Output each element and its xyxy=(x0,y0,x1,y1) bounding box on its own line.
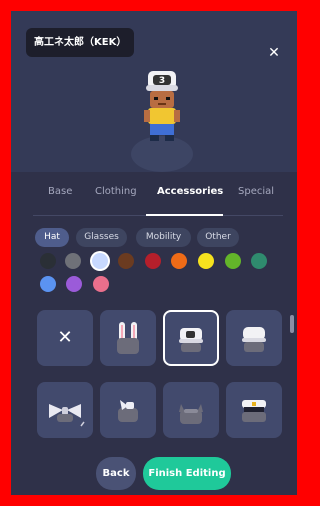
item-captain-hat[interactable] xyxy=(226,382,282,438)
color-swatch[interactable] xyxy=(171,253,187,269)
item-cat-ears[interactable] xyxy=(163,382,219,438)
color-swatch[interactable] xyxy=(65,253,81,269)
color-swatch[interactable] xyxy=(93,276,109,292)
scrollbar-thumb[interactable] xyxy=(290,315,294,333)
close-icon: ✕ xyxy=(57,327,73,348)
numbered-cap-icon xyxy=(179,328,203,352)
tab-accessories[interactable]: Accessories xyxy=(157,186,223,197)
color-swatch[interactable] xyxy=(40,276,56,292)
captain-hat-icon xyxy=(242,400,266,422)
hat-number: 3 xyxy=(159,76,165,86)
chip-mobility[interactable]: Mobility xyxy=(136,228,191,247)
tab-base[interactable]: Base xyxy=(48,186,72,197)
chip-other[interactable]: Other xyxy=(197,228,239,247)
item-numbered-cap[interactable] xyxy=(163,310,219,366)
cat-ears-icon xyxy=(179,404,203,424)
active-tab-underline xyxy=(146,214,223,216)
tab-special[interactable]: Special xyxy=(238,186,274,197)
avatar-sprite: 3 xyxy=(144,71,180,141)
back-button[interactable]: Back xyxy=(96,457,136,490)
category-tabs: Base Clothing Accessories Special xyxy=(33,186,293,204)
item-bunny-ears[interactable] xyxy=(100,310,156,366)
bow-icon xyxy=(49,404,85,427)
color-swatch[interactable] xyxy=(40,253,56,269)
color-swatch[interactable] xyxy=(145,253,161,269)
tab-clothing[interactable]: Clothing xyxy=(95,186,137,197)
character-name-badge: 高工ネ太郎（KEK） xyxy=(26,28,135,57)
finish-editing-button[interactable]: Finish Editing xyxy=(143,457,231,490)
chip-hat[interactable]: Hat xyxy=(35,228,69,247)
close-icon[interactable]: ✕ xyxy=(266,45,282,61)
color-swatch[interactable] xyxy=(251,253,267,269)
item-bird-hat[interactable] xyxy=(100,382,156,438)
item-bow[interactable] xyxy=(37,382,93,438)
color-swatch[interactable] xyxy=(92,253,108,269)
bunny-ears-icon xyxy=(117,322,139,354)
color-swatch[interactable] xyxy=(225,253,241,269)
item-plain-cap[interactable] xyxy=(226,310,282,366)
character-editor-panel: 高工ネ太郎（KEK） ✕ 3 Base Clothing Accessories… xyxy=(11,11,297,495)
bird-hat-icon xyxy=(118,400,138,422)
color-swatch[interactable] xyxy=(198,253,214,269)
item-none[interactable]: ✕ xyxy=(37,310,93,366)
chip-glasses[interactable]: Glasses xyxy=(76,228,127,247)
color-swatch[interactable] xyxy=(118,253,134,269)
color-swatch[interactable] xyxy=(66,276,82,292)
avatar-preview: 高工ネ太郎（KEK） ✕ 3 xyxy=(11,11,297,172)
cap-icon xyxy=(242,327,266,352)
